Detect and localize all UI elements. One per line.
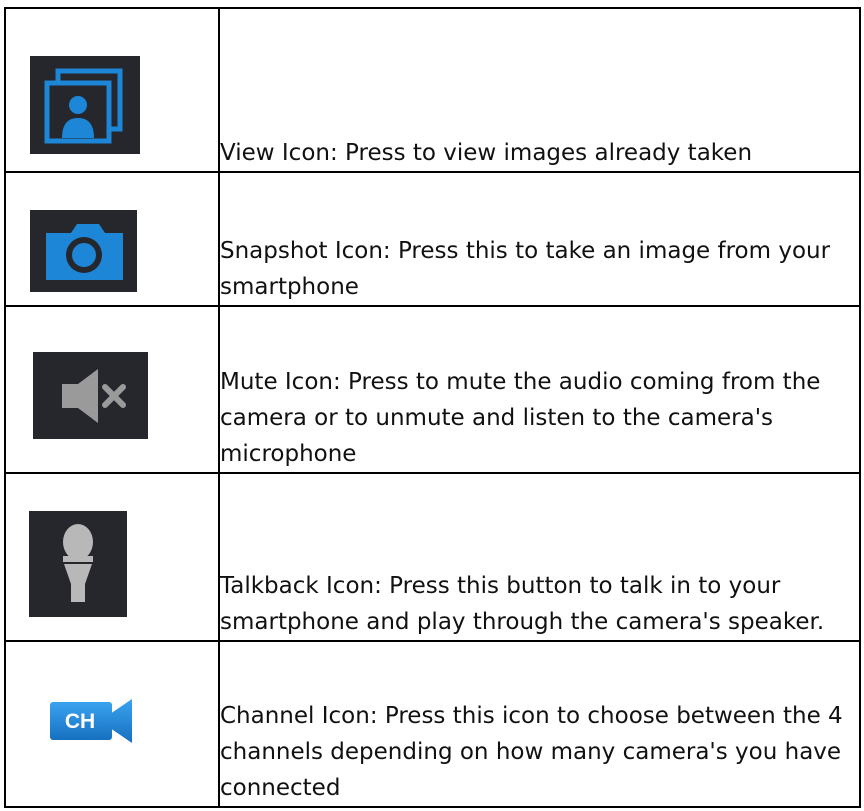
table-row: CH Channel Icon: Press this icon to choo… (4, 640, 861, 808)
table-row: Mute Icon: Press to mute the audio comin… (4, 305, 861, 474)
table-row: View Icon: Press to view images already … (4, 7, 861, 173)
row-description: View Icon: Press to view images already … (218, 7, 861, 173)
icon-cell (4, 7, 220, 173)
icon-description-table: View Icon: Press to view images already … (4, 7, 861, 808)
row-description: Snapshot Icon: Press this to take an ima… (218, 171, 861, 307)
speaker-mute-icon (33, 352, 148, 439)
row-description: Channel Icon: Press this icon to choose … (218, 640, 861, 808)
table-row: Snapshot Icon: Press this to take an ima… (4, 171, 861, 307)
microphone-icon (29, 511, 127, 617)
icon-cell (4, 305, 220, 474)
icon-cell (4, 472, 220, 642)
channel-icon-label: CH (65, 710, 95, 733)
icon-cell (4, 171, 220, 307)
row-description: Talkback Icon: Press this button to talk… (218, 472, 861, 642)
camera-icon (30, 210, 137, 292)
table-row: Talkback Icon: Press this button to talk… (4, 472, 861, 642)
gallery-icon (30, 56, 140, 154)
row-description: Mute Icon: Press to mute the audio comin… (218, 305, 861, 474)
channel-camera-icon: CH (50, 699, 132, 743)
icon-cell: CH (4, 640, 220, 808)
